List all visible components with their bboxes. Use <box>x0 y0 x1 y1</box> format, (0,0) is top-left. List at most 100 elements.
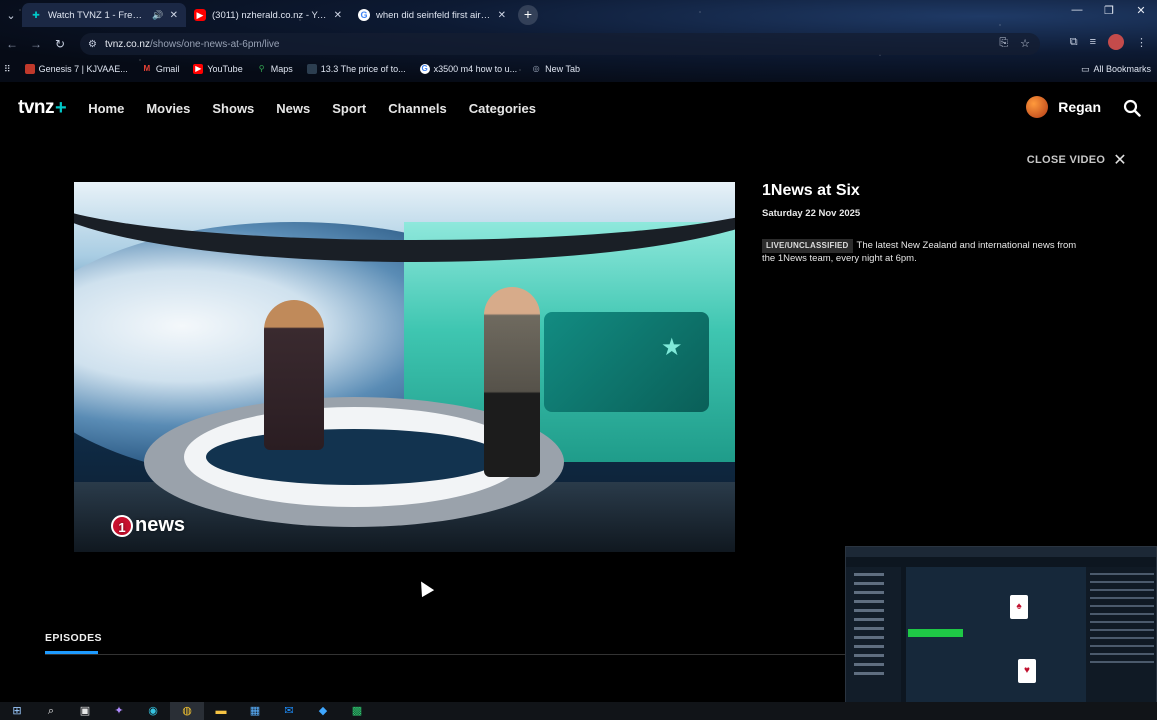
minimize-icon[interactable]: — <box>1061 4 1093 17</box>
show-info: 1News at Six Saturday 22 Nov 2025 LIVE/U… <box>762 182 1082 265</box>
mouse-cursor-icon <box>415 578 435 598</box>
bookmark-star-icon[interactable]: ☆ <box>1020 37 1030 50</box>
app-icon[interactable]: ▩ <box>340 702 374 720</box>
close-window-icon[interactable]: ✕ <box>1125 4 1157 17</box>
search-icon[interactable]: ⌕ <box>34 702 68 720</box>
search-icon[interactable] <box>1123 99 1141 122</box>
folder-icon: ▭ <box>1080 63 1090 74</box>
video-player[interactable]: ★ 1 news <box>74 182 735 552</box>
avatar <box>1026 96 1049 118</box>
file-explorer-icon[interactable]: ▬ <box>204 702 238 720</box>
close-tab-icon[interactable]: ✕ <box>170 10 178 21</box>
bookmarks-bar: ⠿ Genesis 7 | KJVAAE... M Gmail ▶ YouTube … <box>0 60 1157 78</box>
video-presenter-left <box>264 300 324 450</box>
nav-movies[interactable]: Movies <box>146 101 190 116</box>
close-tab-icon[interactable]: ✕ <box>334 10 342 21</box>
nav-sport[interactable]: Sport <box>332 101 366 116</box>
apps-grid-icon[interactable]: ⠿ <box>4 64 11 75</box>
extensions-area: ⧉ ≡ ⋮ <box>1070 34 1147 50</box>
maps-icon: ⚲ <box>258 64 265 73</box>
tab-youtube[interactable]: ▶ (3011) nzherald.co.nz - YouTub ✕ <box>186 3 350 27</box>
close-tab-icon[interactable]: ✕ <box>498 10 506 21</box>
outlook-icon[interactable]: ✉ <box>272 702 306 720</box>
reload-icon[interactable]: ↻ <box>48 37 72 51</box>
chrome-icon[interactable]: ◍ <box>170 702 204 720</box>
playing-card-icon: ♠ <box>1010 595 1028 619</box>
restore-icon[interactable]: ❐ <box>1093 4 1125 17</box>
store-icon[interactable]: ▦ <box>238 702 272 720</box>
bookmark-item[interactable]: M Gmail <box>142 64 179 74</box>
bookmark-item[interactable]: ⚲ Maps <box>257 64 293 74</box>
tab-search-icon[interactable]: ⌄ <box>0 9 22 22</box>
url-path: /shows/one-news-at-6pm/live <box>150 38 280 50</box>
tvnz-logo[interactable]: tvnz + <box>18 97 67 120</box>
close-icon: ✕ <box>1113 152 1127 169</box>
globe-icon: ◎ <box>532 64 540 73</box>
1news-watermark: 1 news <box>111 514 185 537</box>
playing-card-icon: ♥ <box>1018 659 1036 683</box>
browser-toolbar: ← → ↻ ⚙ tvnz.co.nz/shows/one-news-at-6pm… <box>0 31 1157 57</box>
site-header: tvnz + Home Movies Shows News Sport Chann… <box>0 82 1157 134</box>
windows-start-icon[interactable]: ⊞ <box>0 702 34 720</box>
user-name: Regan <box>1058 99 1101 115</box>
bookmark-item[interactable]: Gx3500 m4 how to u... <box>419 64 517 74</box>
tab-title: when did seinfeld first air - Go <box>376 9 492 21</box>
install-app-icon[interactable]: ⎘ <box>999 37 1008 50</box>
video-desk-ring <box>184 407 524 507</box>
browser-chrome: ⌄ ✚ Watch TVNZ 1 - Free Live T 🔊 ✕ ▶ (30… <box>0 0 1157 82</box>
app-icon[interactable]: ◆ <box>306 702 340 720</box>
bookmark-item[interactable]: 13.3 The price of to... <box>306 64 406 74</box>
address-bar[interactable]: ⚙ tvnz.co.nz/shows/one-news-at-6pm/live … <box>80 33 1040 55</box>
star-icon: ★ <box>661 334 683 361</box>
pip-titlebar <box>846 547 1156 557</box>
tab-google[interactable]: G when did seinfeld first air - Go ✕ <box>350 3 514 27</box>
divider <box>45 654 845 655</box>
tab-title: (3011) nzherald.co.nz - YouTub <box>212 9 328 21</box>
nav-categories[interactable]: Categories <box>469 101 536 116</box>
windows-taskbar: ⊞ ⌕ ▣ ✦ ◉ ◍ ▬ ▦ ✉ ◆ ▩ <box>0 702 1157 720</box>
nav-shows[interactable]: Shows <box>212 101 254 116</box>
tab-title: Watch TVNZ 1 - Free Live T <box>48 9 146 21</box>
copilot-icon[interactable]: ✦ <box>102 702 136 720</box>
gmail-icon: M <box>143 64 151 73</box>
video-presenter-right <box>484 287 540 477</box>
pip-game-area: ♠ ♥ <box>906 567 1086 719</box>
forward-icon[interactable]: → <box>24 37 48 51</box>
extensions-puzzle-icon[interactable]: ⧉ <box>1070 36 1078 49</box>
show-date: Saturday 22 Nov 2025 <box>762 208 861 219</box>
youtube-icon: ▶ <box>193 64 204 74</box>
profile-avatar-icon[interactable] <box>1108 34 1124 50</box>
pip-green-button <box>908 629 963 637</box>
site-info-icon[interactable]: ⚙ <box>88 39 97 50</box>
show-description-block: LIVE/UNCLASSIFIED The latest New Zealand … <box>762 239 1082 265</box>
tab-tvnz[interactable]: ✚ Watch TVNZ 1 - Free Live T 🔊 ✕ <box>22 3 186 27</box>
extension-icon[interactable]: ≡ <box>1090 36 1096 48</box>
bookmark-item[interactable]: ▶ YouTube <box>193 64 243 74</box>
tvnz-plus-icon: ✚ <box>32 10 40 20</box>
bookmark-item[interactable]: Genesis 7 | KJVAAE... <box>24 64 128 74</box>
all-bookmarks[interactable]: ▭ All Bookmarks <box>1081 64 1151 75</box>
picture-in-picture-window[interactable]: ♠ ♥ <box>845 546 1157 720</box>
show-title: 1News at Six <box>762 182 860 199</box>
menu-kebab-icon[interactable]: ⋮ <box>1136 36 1147 49</box>
speaker-icon[interactable]: 🔊 <box>152 10 163 21</box>
new-tab-plus-icon[interactable]: + <box>518 5 538 25</box>
url-host: tvnz.co.nz <box>104 38 150 50</box>
back-icon[interactable]: ← <box>0 37 24 51</box>
tab-strip: ⌄ ✚ Watch TVNZ 1 - Free Live T 🔊 ✕ ▶ (30… <box>0 2 1157 28</box>
task-view-icon[interactable]: ▣ <box>68 702 102 720</box>
edge-icon[interactable]: ◉ <box>136 702 170 720</box>
close-video-button[interactable]: CLOSE VIDEO ✕ <box>1027 150 1127 170</box>
bookmark-icon <box>24 64 35 74</box>
tab-episodes[interactable]: EPISODES <box>45 632 102 644</box>
google-icon: G <box>358 9 370 21</box>
pip-sidebar <box>846 567 901 719</box>
rating-badge: LIVE/UNCLASSIFIED <box>762 239 853 253</box>
bookmark-item[interactable]: ◎ New Tab <box>531 64 580 74</box>
pip-chat-column <box>1086 567 1156 719</box>
nav-news[interactable]: News <box>276 101 310 116</box>
nav-channels[interactable]: Channels <box>388 101 447 116</box>
nav-home[interactable]: Home <box>88 101 124 116</box>
user-menu[interactable]: Regan <box>1026 96 1101 118</box>
bookmark-icon <box>306 64 317 74</box>
